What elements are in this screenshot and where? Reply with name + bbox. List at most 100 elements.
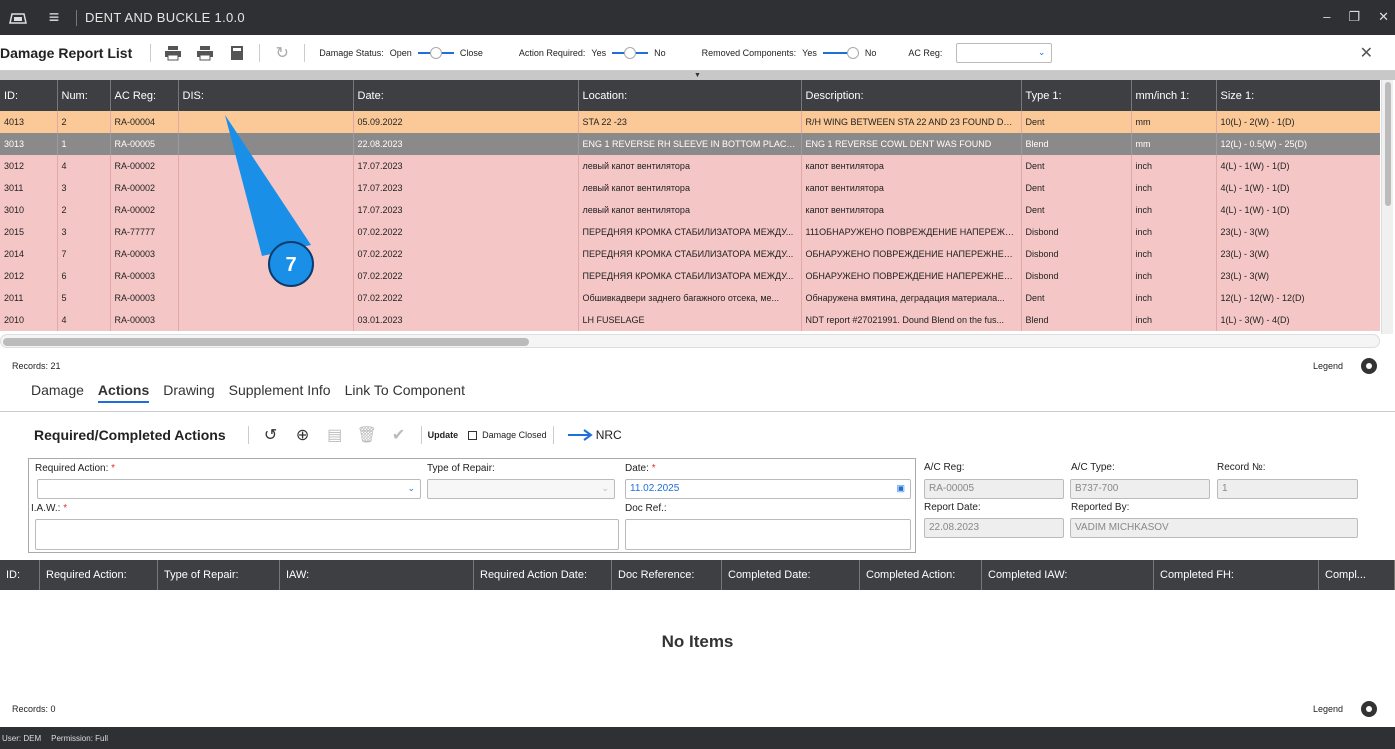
damage-closed-checkbox[interactable] (468, 430, 478, 440)
grid-column-header[interactable]: Description: (801, 80, 1022, 111)
damage-closed-label: Damage Closed (482, 430, 547, 440)
grid-column-header[interactable]: Required Action Date: (474, 560, 612, 590)
grid-column-header[interactable]: Doc Reference: (612, 560, 722, 590)
table-row[interactable]: 2014 7 RA-00003 07.02.2022 ПЕРЕДНЯЯ КРОМКА С… (0, 243, 1380, 265)
refresh-icon[interactable]: ↻ (271, 43, 293, 63)
ac-reg-filter-label: AC Reg: (908, 47, 943, 58)
grid-column-header[interactable]: Num: (57, 80, 111, 111)
table-cell: mm (1131, 111, 1217, 133)
undo-icon[interactable]: ↺ (261, 425, 281, 445)
grid-column-header[interactable]: mm/inch 1: (1131, 80, 1217, 111)
iaw-input[interactable] (35, 519, 619, 550)
grid-column-header[interactable]: DIS: (178, 80, 354, 111)
grid-column-header[interactable]: Completed IAW: (982, 560, 1154, 590)
calculator-icon[interactable] (226, 43, 248, 63)
table-cell: RA-00003 (110, 265, 179, 287)
doc-ref-input[interactable] (625, 519, 911, 550)
print-list-icon[interactable] (194, 43, 216, 63)
table-row[interactable]: 3013 1 RA-00005 22.08.2023 ENG 1 REVERSE RH … (0, 133, 1380, 155)
grid-column-header[interactable]: AC Reg: (110, 80, 179, 111)
grid-column-header[interactable]: Size 1: (1216, 80, 1380, 111)
table-cell: 3 (57, 221, 111, 243)
add-icon[interactable]: ⊕ (293, 425, 313, 445)
update-button[interactable]: Update (428, 430, 459, 440)
verify-icon[interactable]: ✔ (389, 425, 409, 445)
table-cell: капот вентилятора (801, 199, 1022, 221)
grid-column-header[interactable]: Completed Action: (860, 560, 982, 590)
grid-column-header[interactable]: Completed FH: (1154, 560, 1319, 590)
grid-column-header[interactable]: Type of Repair: (158, 560, 280, 590)
grid-column-header[interactable]: Compl... (1319, 560, 1395, 590)
date-field[interactable]: 11.02.2025 ▣ (625, 479, 911, 499)
table-row[interactable]: 3010 2 RA-00002 17.07.2023 левый капот венти… (0, 199, 1380, 221)
minimize-icon[interactable]: – (1323, 9, 1330, 25)
table-row[interactable]: 4013 2 RA-00004 05.09.2022 STA 22 -23 R/H WIN… (0, 111, 1380, 133)
collapse-arrow-icon[interactable]: ▼ (694, 71, 701, 80)
removed-components-toggle[interactable] (822, 46, 859, 59)
grid-column-header[interactable]: Completed Date: (722, 560, 860, 590)
table-cell: RA-00002 (110, 199, 179, 221)
close-panel-icon[interactable]: ✕ (1360, 43, 1373, 63)
grid-column-header[interactable]: Date: (353, 80, 579, 111)
table-cell: 07.02.2022 (353, 265, 579, 287)
tab-actions[interactable]: Actions (97, 382, 150, 403)
table-cell: капот вентилятора (801, 155, 1022, 177)
table-row[interactable]: 2012 6 RA-00003 07.02.2022 ПЕРЕДНЯЯ КРОМКА С… (0, 265, 1380, 287)
table-row[interactable]: 3011 3 RA-00002 17.07.2023 левый капот венти… (0, 177, 1380, 199)
type-of-repair-select[interactable]: ⌄ (427, 479, 615, 499)
divider (259, 43, 261, 62)
eye-icon[interactable] (1361, 358, 1377, 374)
tab-link-to-component[interactable]: Link To Component (345, 382, 465, 403)
date-label: Date: * (625, 463, 656, 474)
nrc-button[interactable]: NRC (567, 428, 622, 442)
delete-icon[interactable]: 🗑 (357, 425, 377, 445)
table-cell: 4(L) - 1(W) - 1(D) (1216, 177, 1380, 199)
splitter-handle[interactable]: ▼ (0, 71, 1395, 80)
required-action-select[interactable]: ⌄ (37, 479, 421, 499)
table-cell: 6 (57, 265, 111, 287)
grid-horizontal-scrollbar[interactable] (0, 334, 1380, 348)
required-action-label: Required Action: * (35, 463, 116, 474)
grid-column-header[interactable]: Type 1: (1021, 80, 1132, 111)
tab-supplement-info[interactable]: Supplement Info (229, 382, 331, 403)
close-window-icon[interactable]: ✕ (1378, 9, 1389, 25)
table-cell: 23(L) - 3(W) (1216, 265, 1380, 287)
print-icon[interactable] (162, 43, 184, 63)
scroll-thumb[interactable] (3, 338, 529, 346)
table-cell: левый капот вентилятора (578, 199, 802, 221)
damage-report-toolbar: Damage Report List ↻ Damage Status: Open… (0, 35, 1395, 71)
grid-column-header[interactable]: Required Action: (40, 560, 158, 590)
table-cell: inch (1131, 221, 1217, 243)
grid-vertical-scrollbar[interactable] (1381, 80, 1393, 334)
grid-column-header[interactable]: ID: (0, 80, 58, 111)
hamburger-menu-icon[interactable]: ≡ (40, 7, 68, 28)
grid-header-row: ID: Num: AC Reg: DIS: Date: Location: Descript… (0, 80, 1380, 111)
table-row[interactable]: 3012 4 RA-00002 17.07.2023 левый капот венти… (0, 155, 1380, 177)
table-cell: RA-77777 (110, 221, 179, 243)
table-row[interactable]: 2010 4 RA-00003 03.01.2023 LH FUSELAGE NDT re… (0, 309, 1380, 331)
grid-column-header[interactable]: ID: (0, 560, 40, 590)
damage-status-label: Damage Status: (319, 47, 384, 58)
damage-status-open-label: Open (389, 47, 412, 58)
calendar-icon[interactable]: ▣ (896, 483, 905, 494)
tab-drawing[interactable]: Drawing (163, 382, 214, 403)
table-cell: 1(L) - 3(W) - 4(D) (1216, 309, 1380, 331)
ac-reg-filter-select[interactable]: ⌄ (956, 42, 1053, 63)
grid-column-header[interactable]: IAW: (280, 560, 474, 590)
ac-type-field: B737-700 (1070, 479, 1210, 499)
report-date-field: 22.08.2023 (924, 518, 1064, 538)
restore-icon[interactable]: ❐ (1348, 9, 1360, 25)
empty-state: No Items (661, 632, 734, 651)
action-required-toggle[interactable] (612, 46, 649, 59)
table-row[interactable]: 2015 3 RA-77777 07.02.2022 ПЕРЕДНЯЯ КРОМКА С… (0, 221, 1380, 243)
scroll-thumb[interactable] (1385, 82, 1391, 206)
table-cell (178, 243, 354, 265)
damage-status-toggle[interactable] (417, 46, 454, 59)
eye-icon[interactable] (1361, 701, 1377, 717)
table-cell: 3013 (0, 133, 58, 155)
table-row[interactable]: 2011 5 RA-00003 07.02.2022 Обшивкадвери задн… (0, 287, 1380, 309)
grid-column-header[interactable]: Location: (578, 80, 802, 111)
divider (552, 426, 554, 444)
tab-damage[interactable]: Damage (31, 382, 84, 403)
save-icon[interactable]: ▤ (325, 425, 345, 445)
